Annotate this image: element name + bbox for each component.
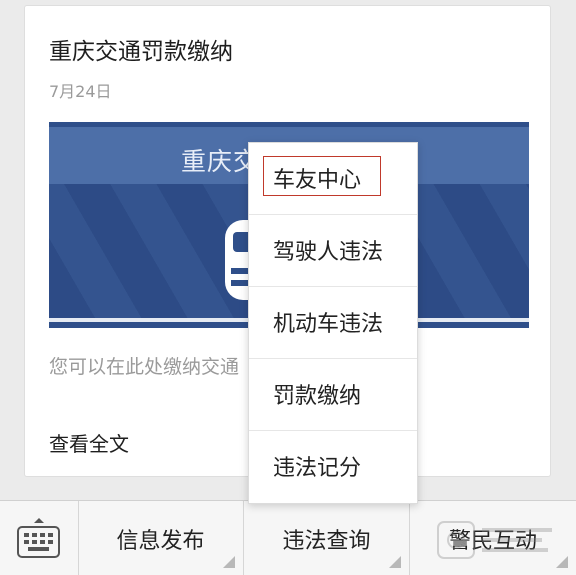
article-title[interactable]: 重庆交通罚款缴纳 (49, 32, 233, 66)
submenu-item-driver-violation[interactable]: 驾驶人违法 (249, 215, 417, 287)
submenu-item-fine-payment[interactable]: 罚款缴纳 (249, 359, 417, 431)
keyboard-icon (17, 518, 60, 558)
menu-info-release-label: 信息发布 (116, 529, 205, 554)
submenu-item-car-owner-center[interactable]: 车友中心 (249, 143, 417, 215)
submenu-indicator-icon (556, 556, 568, 568)
violation-query-submenu: 车友中心 驾驶人违法 机动车违法 罚款缴纳 违法记分 (248, 142, 418, 504)
submenu-indicator-icon (223, 556, 235, 568)
submenu-item-vehicle-violation[interactable]: 机动车违法 (249, 287, 417, 359)
article-date: 7月24日 (49, 82, 112, 101)
submenu-item-label: 罚款缴纳 (273, 384, 362, 409)
menu-violation-query[interactable]: 违法查询 (244, 501, 410, 575)
submenu-item-label: 违法记分 (273, 456, 362, 481)
submenu-item-violation-points[interactable]: 违法记分 (249, 431, 417, 503)
read-full-article-link[interactable]: 查看全文 (49, 428, 129, 457)
submenu-item-label: 驾驶人违法 (273, 240, 384, 265)
submenu-item-label: 车友中心 (273, 168, 362, 193)
menu-violation-query-label: 违法查询 (282, 529, 371, 554)
article-summary: 您可以在此处缴纳交通 (49, 356, 240, 378)
watermark-logo (437, 521, 552, 559)
menu-info-release[interactable]: 信息发布 (78, 501, 244, 575)
submenu-indicator-icon (389, 556, 401, 568)
keyboard-toggle-button[interactable] (0, 501, 79, 575)
submenu-item-label: 机动车违法 (273, 312, 384, 337)
wechat-official-account-page: 重庆交通罚款缴纳 7月24日 重庆交 您可以在此处缴纳交通 查看全文 信息发布 … (0, 0, 576, 575)
